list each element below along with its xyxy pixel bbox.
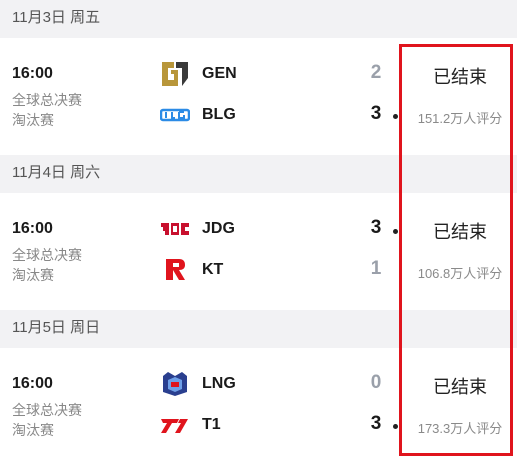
date-header-nov5: 11月5日 周日 — [0, 310, 517, 348]
team2-score: 3 — [370, 413, 382, 434]
team-row-gen[interactable]: GEN — [160, 60, 237, 88]
stage-tournament: 全球总决赛 — [12, 402, 82, 418]
team2-score: 1 — [370, 258, 382, 279]
date-header-nov4: 11月4日 周六 — [0, 155, 517, 193]
team1-score: 0 — [370, 372, 382, 393]
team-name: GEN — [202, 65, 237, 82]
match-card-lng-t1[interactable]: 16:00 全球总决赛 淘汰赛 LNG T1 0 3 已结束 173.3万人评分 — [0, 348, 517, 465]
team-name: KT — [202, 261, 224, 278]
stage-round: 淘汰赛 — [12, 267, 54, 283]
team-name: JDG — [202, 220, 235, 237]
team-row-t1[interactable]: T1 — [160, 411, 221, 439]
date-header-nov3: 11月3日 周五 — [0, 0, 517, 38]
match-status: 已结束 — [433, 377, 487, 397]
blg-logo-icon — [160, 108, 190, 122]
rating-count[interactable]: 173.3万人评分 — [403, 418, 517, 437]
match-stage: 全球总决赛 淘汰赛 — [12, 245, 82, 285]
stage-round: 淘汰赛 — [12, 112, 54, 128]
team-name: T1 — [202, 416, 221, 433]
match-status: 已结束 — [433, 222, 487, 242]
team1-score: 3 — [370, 217, 382, 238]
match-time: 16:00 — [12, 65, 53, 82]
team2-score: 3 — [370, 103, 382, 124]
match-time: 16:00 — [12, 220, 53, 237]
stage-round: 淘汰赛 — [12, 422, 54, 438]
rating-count[interactable]: 151.2万人评分 — [403, 108, 517, 127]
team-row-jdg[interactable]: JDG — [160, 215, 235, 243]
match-stage: 全球总决赛 淘汰赛 — [12, 90, 82, 130]
stage-tournament: 全球总决赛 — [12, 247, 82, 263]
team-row-blg[interactable]: BLG — [160, 101, 236, 129]
team-row-lng[interactable]: LNG — [160, 370, 236, 398]
jdg-logo-icon — [161, 223, 189, 235]
team1-score: 2 — [370, 62, 382, 83]
lng-logo-icon — [163, 372, 187, 396]
stage-tournament: 全球总决赛 — [12, 92, 82, 108]
match-stage: 全球总决赛 淘汰赛 — [12, 400, 82, 440]
match-status: 已结束 — [433, 67, 487, 87]
rating-count[interactable]: 106.8万人评分 — [403, 263, 517, 282]
kt-logo-icon — [166, 259, 185, 280]
t1-logo-icon — [161, 419, 188, 433]
winner-dot-icon — [393, 229, 398, 234]
match-card-gen-blg[interactable]: 16:00 全球总决赛 淘汰赛 GEN BLG 2 3 已结束 151.2万人评… — [0, 38, 517, 155]
winner-dot-icon — [393, 114, 398, 119]
team-name: LNG — [202, 375, 236, 392]
match-time: 16:00 — [12, 375, 53, 392]
gen-logo-icon — [162, 62, 188, 86]
team-name: BLG — [202, 106, 236, 123]
match-card-jdg-kt[interactable]: 16:00 全球总决赛 淘汰赛 JDG KT 3 1 已结束 106.8万人评分 — [0, 193, 517, 310]
team-row-kt[interactable]: KT — [160, 256, 223, 284]
winner-dot-icon — [393, 424, 398, 429]
